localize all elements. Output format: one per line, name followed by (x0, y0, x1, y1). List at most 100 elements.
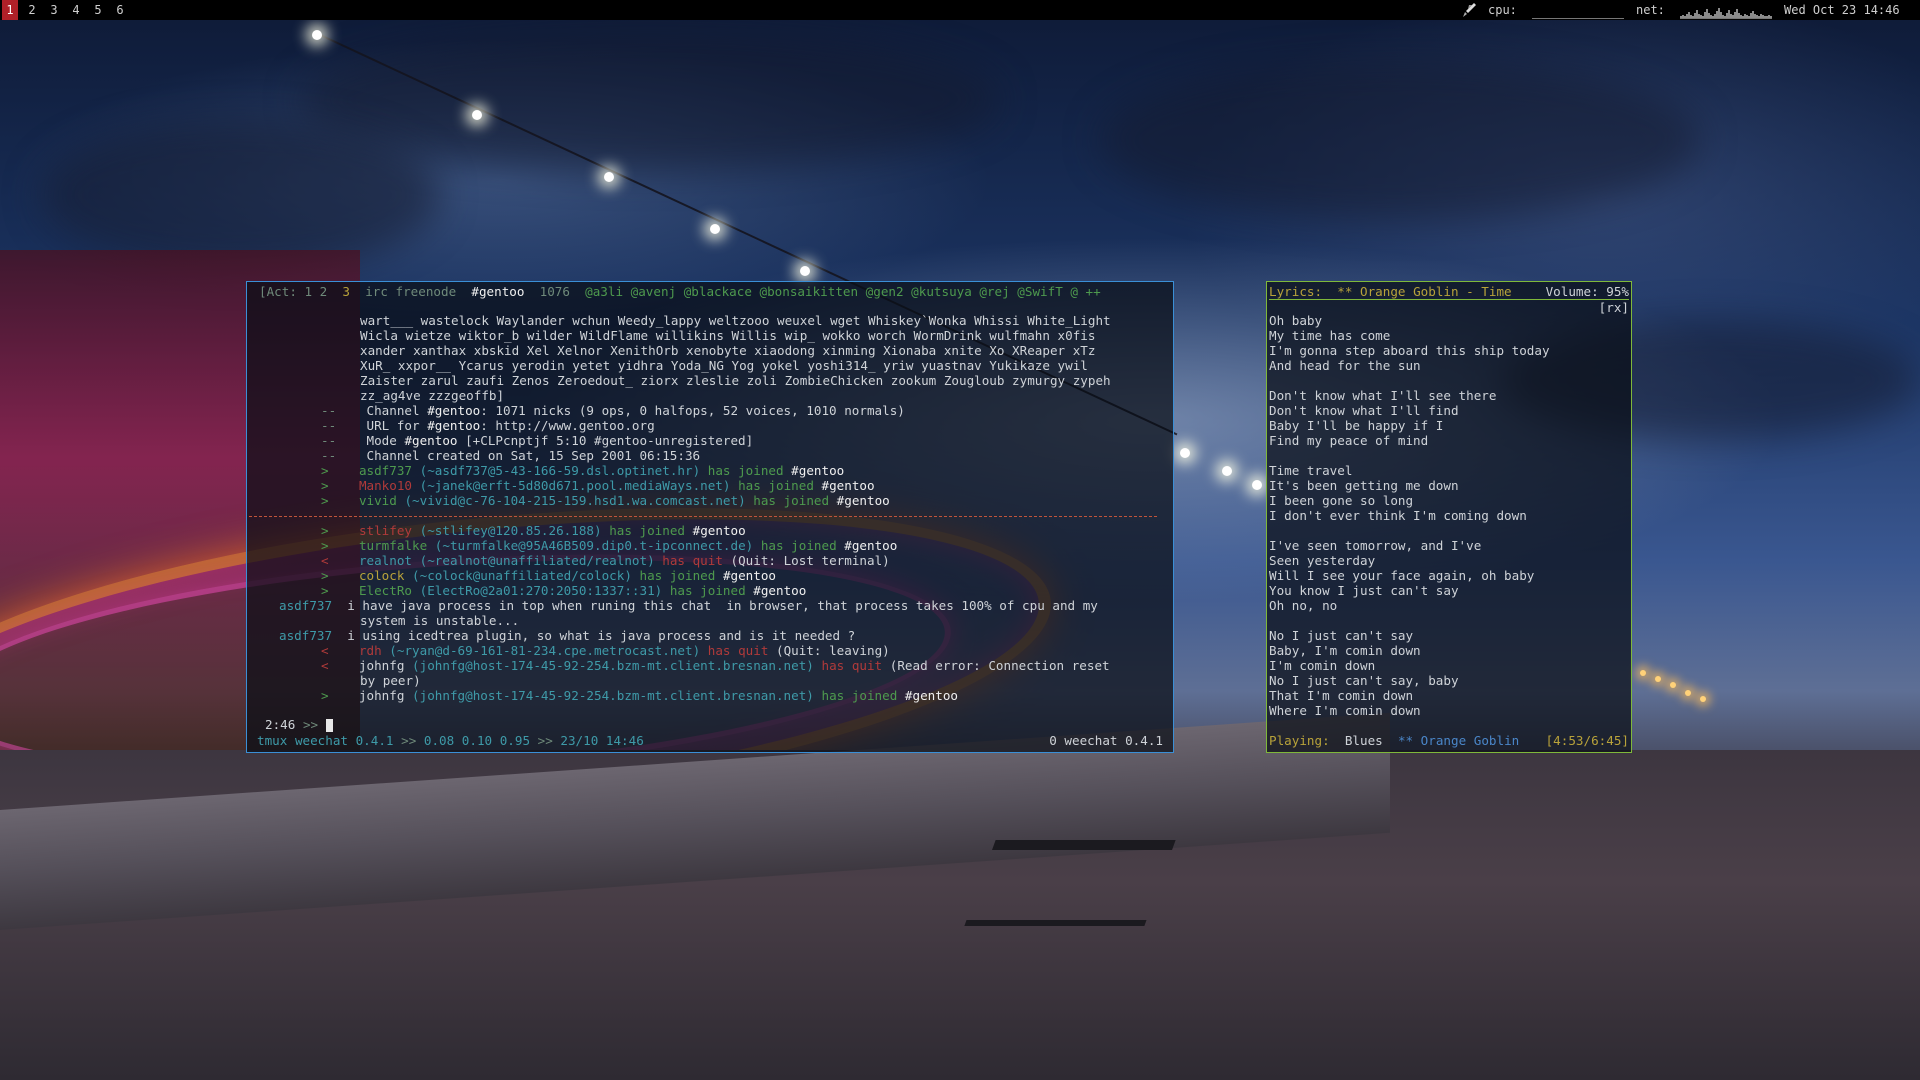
lyric-line: Oh no, no (1269, 598, 1338, 613)
read-marker (249, 516, 1157, 517)
names-line: wart___ wastelock Waylander wchun Weedy_… (360, 313, 1111, 328)
song-title: ** Orange Goblin - Time (1337, 284, 1512, 299)
info-line: -- Channel #gentoo: 1071 nicks (9 ops, 0… (321, 403, 905, 418)
join-line: > turmfalke (~turmfalke@95A46B509.dip0.t… (321, 538, 898, 553)
lyric-line: Oh baby (1269, 313, 1323, 328)
lyrics-header: Lyrics: ** Orange Goblin - Time (1269, 284, 1512, 299)
op-list: @a3li @avenj @blackace @bonsaikitten @ge… (585, 284, 1101, 299)
info-line: -- URL for #gentoo: http://www.gentoo.or… (321, 418, 655, 433)
join-line: > vivid (~vivid@c-76-104-215-159.hsd1.wa… (321, 493, 890, 508)
info-line: -- Mode #gentoo [+CLPcnptjf 5:10 #gentoo… (321, 433, 754, 448)
join-line: > asdf737 (~asdf737@5-43-166-59.dsl.opti… (321, 463, 845, 478)
lyric-line: I don't ever think I'm coming down (1269, 508, 1527, 523)
activity-indicator: [Act: 1 2 (259, 284, 328, 299)
tmux-window-indicator[interactable]: 0 weechat 0.4.1 (1049, 733, 1163, 748)
bench (964, 840, 1176, 926)
lyric-line: Where I'm comin down (1269, 703, 1421, 718)
join-line: > colock (~colock@unaffiliated/colock) h… (321, 568, 777, 583)
nick-count: 1076 (539, 284, 570, 299)
street-lamp (1640, 670, 1646, 676)
input-prompt: 2:46 (265, 717, 296, 732)
lyric-line: Seen yesterday (1269, 553, 1376, 568)
street-lamp (1700, 696, 1706, 702)
names-line: Zaister zarul zaufi Zenos Zeroedout_ zio… (360, 373, 1111, 388)
names-line: Wicla wietze wiktor_b wilder WildFlame w… (360, 328, 1096, 343)
lyric-line: It's been getting me down (1269, 478, 1459, 493)
lyric-line: Don't know what I'll find (1269, 403, 1459, 418)
lyric-line: No I just can't say, baby (1269, 673, 1459, 688)
lyric-line: Don't know what I'll see there (1269, 388, 1497, 403)
workspace-2[interactable]: 2 (24, 0, 40, 20)
irc-title-bar: [Act: 1 2 3 irc freenode #gentoo 1076 @a… (259, 284, 1101, 299)
lyric-line: Time travel (1269, 463, 1353, 478)
server-name: irc freenode (365, 284, 457, 299)
volume-readout: Volume: 95% (1545, 284, 1629, 299)
names-line: xander xanthax xbskid Xel Xelnor XenithO… (360, 343, 1096, 358)
clock: Wed Oct 23 14:46 (1784, 3, 1900, 17)
lyric-line: My time has come (1269, 328, 1391, 343)
light-bulb (1180, 448, 1190, 458)
light-bulb (312, 30, 322, 40)
light-bulb (472, 110, 482, 120)
lyric-line: And head for the sun (1269, 358, 1421, 373)
lyric-line: I been gone so long (1269, 493, 1414, 508)
cloud (40, 120, 440, 270)
cpu-label: cpu: (1488, 3, 1517, 17)
lyrics-terminal[interactable]: Lyrics: ** Orange Goblin - Time Volume: … (1266, 281, 1632, 753)
join-line: > Manko10 (~janek@erft-5d80d671.pool.med… (321, 478, 875, 493)
player-status: Playing: Blues ** Orange Goblin (1269, 733, 1520, 748)
names-line: XuR_ xxpor__ Ycarus yerodin yetet yidhra… (360, 358, 1088, 373)
cpu-graph (1532, 2, 1624, 19)
activity-extra: 3 (342, 284, 351, 299)
top-status-bar: 1 2 3 4 5 6 cpu: net: Wed Oct 23 14:46 (0, 0, 1920, 20)
street-lamp (1685, 690, 1691, 696)
street-lamp (1655, 676, 1661, 682)
workspace-3[interactable]: 3 (46, 0, 62, 20)
lyric-line: Find my peace of mind (1269, 433, 1429, 448)
lyric-line: You know I just can't say (1269, 583, 1459, 598)
light-bulb (710, 224, 720, 234)
workspace-1[interactable]: 1 (2, 0, 18, 20)
street-lamp (1670, 682, 1676, 688)
net-label: net: (1636, 3, 1665, 17)
playback-time: [4:53/6:45] (1545, 733, 1629, 748)
join-line: > stlifey (~stlifey@120.85.26.188) has j… (321, 523, 746, 538)
names-line: zz_ag4ve zzzgeoffb] (360, 388, 505, 403)
lyric-line: No I just can't say (1269, 628, 1414, 643)
text-cursor (325, 719, 333, 732)
join-line: > ElectRo (ElectRo@2a01:270:2050:1337::3… (321, 583, 807, 598)
cloud (1100, 60, 1700, 220)
rocket-icon (1463, 3, 1476, 17)
light-bulb (1252, 480, 1262, 490)
quit-line: < realnot (~realnot@unaffiliated/realnot… (321, 553, 890, 568)
light-bulb (1222, 466, 1232, 476)
light-bulb (800, 266, 810, 276)
workspace-4[interactable]: 4 (68, 0, 84, 20)
cloud (300, 30, 1000, 170)
lyric-line: I'm gonna step aboard this ship today (1269, 343, 1550, 358)
message-wrap: system is unstable... (360, 613, 520, 628)
weechat-status-bar: tmux weechat 0.4.1 >> 0.08 0.10 0.95 >> … (257, 733, 644, 748)
message-line: asdf737 i using icedtrea plugin, so what… (279, 628, 856, 643)
channel-name: #gentoo (471, 284, 525, 299)
net-graph (1680, 2, 1772, 19)
light-bulb (604, 172, 614, 182)
info-line: -- Channel created on Sat, 15 Sep 2001 0… (321, 448, 701, 463)
lyric-line: I'm comin down (1269, 658, 1376, 673)
lyric-line: Baby, I'm comin down (1269, 643, 1421, 658)
input-line[interactable]: 2:46 >> (265, 717, 333, 732)
message-line: asdf737 i have java process in top when … (279, 598, 1098, 613)
lyric-line: I've seen tomorrow, and I've (1269, 538, 1482, 553)
workspace-5[interactable]: 5 (90, 0, 106, 20)
join-line: > johnfg (johnfg@host-174-45-92-254.bzm-… (321, 688, 958, 703)
lyrics-label: Lyrics: (1269, 284, 1323, 299)
lyrics-tag: [rx] (1269, 299, 1629, 315)
lyric-line: Will I see your face again, oh baby (1269, 568, 1535, 583)
lyric-line: Baby I'll be happy if I (1269, 418, 1444, 433)
quit-line: < rdh (~ryan@d-69-161-81-234.cpe.metroca… (321, 643, 890, 658)
message-wrap: by peer) (360, 673, 421, 688)
weechat-terminal[interactable]: [Act: 1 2 3 irc freenode #gentoo 1076 @a… (246, 281, 1174, 753)
net-graph-bar (1770, 16, 1772, 18)
workspace-6[interactable]: 6 (112, 0, 128, 20)
lyric-line: That I'm comin down (1269, 688, 1414, 703)
